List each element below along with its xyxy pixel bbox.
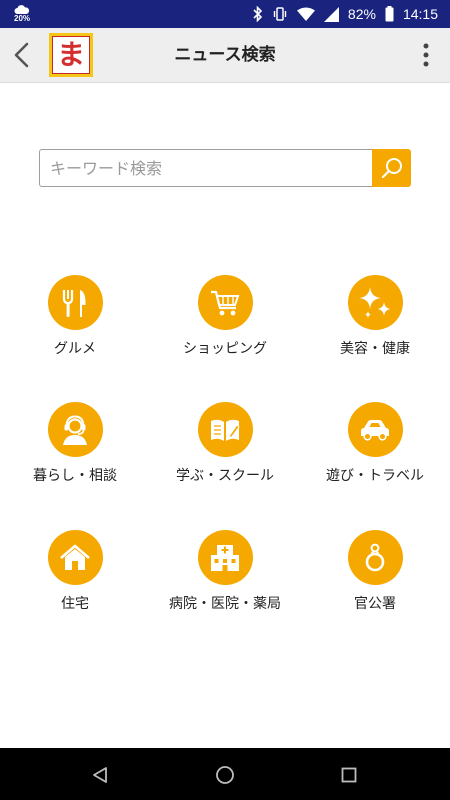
category-government-office[interactable]: 官公署: [300, 530, 450, 613]
sparkle-icon: [359, 286, 390, 318]
category-icon-circle: [47, 530, 103, 585]
category-icon-circle: [347, 402, 403, 457]
nav-home-icon: [216, 766, 234, 784]
back-arrow-icon: [14, 42, 29, 68]
ring-icon: [365, 543, 385, 571]
vibrate-icon: [273, 7, 287, 21]
weather-indicator: 20%: [14, 5, 30, 23]
category-label: 暮らし・相談: [33, 468, 117, 484]
category-shopping[interactable]: ショッピング: [150, 275, 300, 358]
more-vert-icon: [423, 43, 429, 67]
category-icon-circle: [197, 275, 253, 330]
category-icon-circle: [197, 402, 253, 457]
back-button[interactable]: [6, 39, 36, 71]
battery-percent: 82%: [347, 6, 376, 22]
system-nav-bar: [0, 748, 450, 800]
category-label: 官公署: [354, 596, 396, 612]
nav-recents-icon: [341, 767, 357, 783]
category-learning-school[interactable]: 学ぶ・スクール: [150, 402, 300, 485]
house-icon: [60, 544, 90, 570]
bluetooth-icon: [253, 6, 263, 22]
category-label: 遊び・トラベル: [326, 468, 424, 484]
category-beauty-health[interactable]: 美容・健康: [300, 275, 450, 358]
headset-person-icon: [63, 414, 87, 445]
category-play-travel[interactable]: 遊び・トラベル: [300, 402, 450, 485]
battery-icon: [385, 6, 394, 22]
category-gourmet[interactable]: グルメ: [0, 275, 150, 358]
status-icons: 82% 14:15: [253, 6, 438, 22]
category-icon-circle: [197, 530, 253, 585]
more-options-button[interactable]: [414, 41, 438, 69]
category-icon-circle: [47, 402, 103, 457]
category-label: 病院・医院・薬局: [169, 596, 281, 612]
logo-mark: ま: [52, 36, 90, 74]
open-book-icon: [211, 419, 240, 441]
temperature-text: 20%: [14, 14, 31, 23]
category-housing[interactable]: 住宅: [0, 530, 150, 613]
clock: 14:15: [402, 6, 438, 22]
car-icon: [361, 419, 389, 441]
search-icon: [381, 158, 402, 179]
category-label: ショッピング: [183, 341, 267, 357]
hospital-icon: [211, 544, 239, 571]
category-icon-circle: [347, 530, 403, 585]
cloud-icon: [14, 5, 30, 14]
nav-back-button[interactable]: [88, 763, 112, 787]
category-label: 住宅: [61, 596, 89, 612]
shopping-cart-icon: [211, 290, 240, 315]
fork-knife-icon: [62, 289, 86, 317]
category-label: 美容・健康: [340, 341, 410, 357]
category-hospital-clinic-pharmacy[interactable]: 病院・医院・薬局: [150, 530, 300, 613]
category-label: グルメ: [54, 341, 96, 357]
app-bar: ニュース検索 ま: [0, 28, 450, 83]
app-logo: ま: [49, 33, 93, 77]
search-button[interactable]: [372, 149, 411, 187]
search-input[interactable]: [39, 149, 373, 187]
wifi-icon: [296, 7, 315, 21]
nav-back-icon: [93, 767, 107, 783]
category-label: 学ぶ・スクール: [176, 468, 274, 484]
nav-home-button[interactable]: [213, 763, 237, 787]
signal-icon: [323, 6, 339, 22]
category-icon-circle: [347, 275, 403, 330]
category-living-consult[interactable]: 暮らし・相談: [0, 402, 150, 485]
category-icon-circle: [47, 275, 103, 330]
status-bar: 20% 82% 14:15: [0, 0, 450, 28]
nav-recents-button[interactable]: [337, 763, 361, 787]
